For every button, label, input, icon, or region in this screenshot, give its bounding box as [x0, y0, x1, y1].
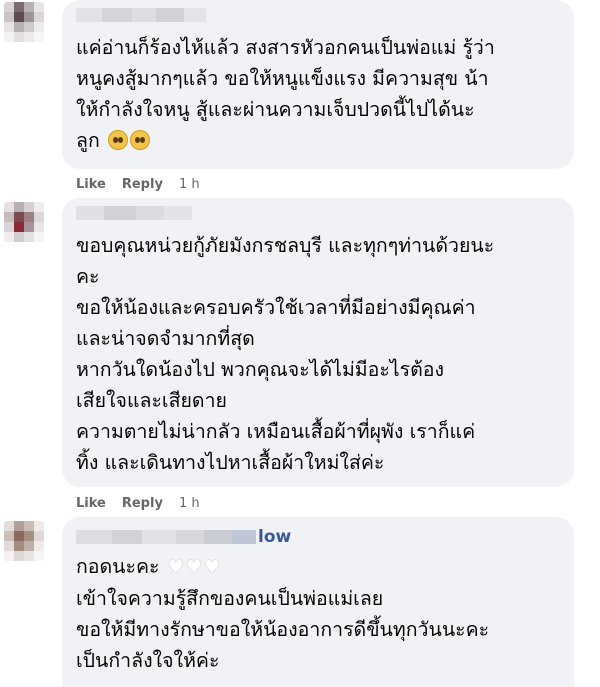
white-heart-emoji-icon: ♥: [185, 557, 202, 578]
comment-line: และน่าจดจำมากที่สุด: [76, 327, 255, 350]
pleading-face-emoji-icon: [107, 130, 128, 150]
timestamp[interactable]: 1 h: [179, 496, 200, 511]
like-button[interactable]: Like: [76, 177, 106, 192]
comment-text: แค่อ่านก็ร้องไห้แล้ว สงสารหัวอกคนเป็นพ่อ…: [76, 32, 560, 156]
comment-line: หนูคงสู้มากๆแล้ว ขอให้หนูแข็งแรง มีความส…: [76, 67, 489, 90]
comment-text: ขอบคุณหน่วยกู้ภัยมังกรชลบุรี และทุกๆท่าน…: [76, 230, 560, 478]
comment-line: ทิ้ง และเดินทางไปหาเสื้อผ้าใหม่ใส่ค่ะ: [76, 451, 385, 474]
comment-line: กอดนะคะ: [76, 555, 160, 578]
commenter-name[interactable]: [76, 8, 206, 22]
comment-bubble: ขอบคุณหน่วยกู้ภัยมังกรชลบุรี และทุกๆท่าน…: [62, 198, 574, 487]
avatar[interactable]: [4, 521, 44, 561]
white-heart-emoji-icon: ♥: [167, 557, 184, 578]
comment-line: ขอให้มีทางรักษาขอให้น้องอาการดีขึ้นทุกวั…: [76, 618, 490, 641]
avatar[interactable]: [4, 2, 44, 42]
comment-line: หากวันใดน้องไป พวกคุณจะได้ไม่มีอะไรต้อง: [76, 358, 445, 381]
comment-line: ความตายไม่น่ากลัว เหมือนเสื้อผ้าที่ผุพัง…: [76, 420, 476, 443]
comment-bubble: แค่อ่านก็ร้องไห้แล้ว สงสารหัวอกคนเป็นพ่อ…: [62, 0, 574, 169]
comment-line: ให้กำลังใจหนู สู้และผ่านความเจ็บปวดนี้ไป…: [76, 98, 475, 121]
comment-actions: Like Reply 1 h: [76, 496, 200, 511]
comment-line: เป็นกำลังใจให้ค่ะ: [76, 649, 220, 672]
comment-bubble: low กอดนะคะ ♥ ♥ ♥ เข้าใจความรู้สึกของคนเป็…: [62, 517, 574, 687]
pleading-face-emoji-icon: [129, 130, 150, 150]
commenter-name-suffix[interactable]: low: [258, 527, 291, 547]
comment-line: ขอบคุณหน่วยกู้ภัยมังกรชลบุรี และทุกๆท่าน…: [76, 234, 495, 257]
comment-line: ขอให้น้องและครอบครัวใช้เวลาที่มีอย่างมีค…: [76, 296, 476, 319]
commenter-name[interactable]: [76, 530, 256, 544]
comment-line: ลูก: [76, 129, 100, 152]
comment-line: เสียใจและเสียดาย: [76, 389, 227, 412]
comment-text: กอดนะคะ ♥ ♥ ♥ เข้าใจความรู้สึกของคนเป็นพ่อ…: [76, 551, 560, 676]
white-heart-emoji-icon: ♥: [204, 557, 221, 578]
comment-actions: Like Reply 1 h: [76, 177, 200, 192]
avatar[interactable]: [4, 202, 44, 242]
comment-line: คะ: [76, 265, 100, 288]
commenter-name[interactable]: [76, 206, 192, 220]
reply-button[interactable]: Reply: [122, 177, 163, 192]
comment-line: เข้าใจความรู้สึกของคนเป็นพ่อแม่เลย: [76, 587, 384, 610]
reply-button[interactable]: Reply: [122, 496, 163, 511]
like-button[interactable]: Like: [76, 496, 106, 511]
comment-line: แค่อ่านก็ร้องไห้แล้ว สงสารหัวอกคนเป็นพ่อ…: [76, 36, 495, 59]
timestamp[interactable]: 1 h: [179, 177, 200, 192]
